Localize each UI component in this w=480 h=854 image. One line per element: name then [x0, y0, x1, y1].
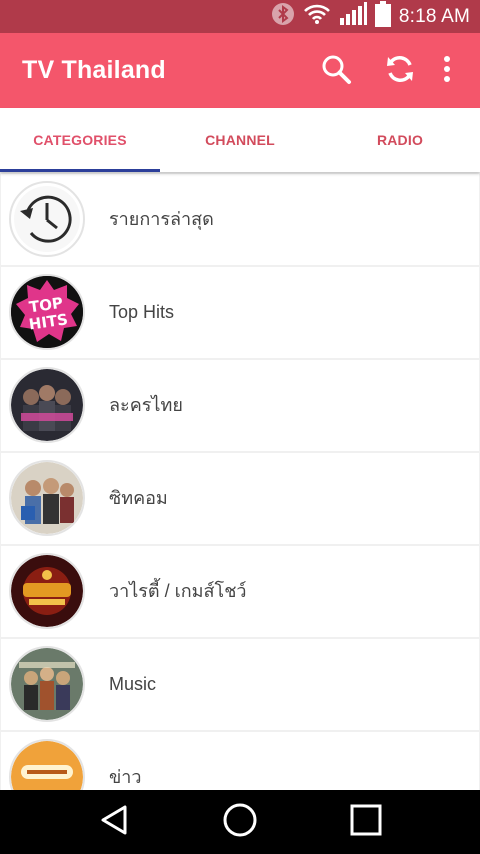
- list-item[interactable]: Music: [1, 639, 479, 730]
- home-button[interactable]: [220, 802, 260, 842]
- category-label: Top Hits: [109, 302, 175, 322]
- status-time: 8:18 AM: [398, 5, 470, 27]
- category-label: รายการล่าสุด: [109, 209, 214, 229]
- category-label: ซิทคอม: [109, 488, 168, 508]
- app-bar: TV Thailand: [0, 33, 480, 108]
- search-button[interactable]: [318, 53, 354, 89]
- tab-bar: CATEGORIES CHANNEL RADIO: [0, 108, 480, 172]
- status-bar: 8:18 AM: [0, 0, 480, 33]
- system-nav-bar: [0, 790, 480, 854]
- drama-thumbnail: [9, 367, 85, 443]
- back-icon: [99, 804, 129, 841]
- list-item[interactable]: ละครไทย: [1, 360, 479, 451]
- list-item[interactable]: ข่าว: [1, 732, 479, 790]
- more-vert-icon: [443, 55, 451, 87]
- category-label: ข่าว: [109, 767, 142, 787]
- top-hits-thumbnail: TOP HITS: [9, 274, 85, 350]
- list-item[interactable]: TOP HITS Top Hits: [1, 267, 479, 358]
- refresh-button[interactable]: [382, 53, 418, 89]
- tab-indicator: [0, 169, 160, 172]
- tab-channel[interactable]: CHANNEL: [160, 108, 320, 172]
- app-title: TV Thailand: [22, 56, 166, 84]
- category-label: ละครไทย: [109, 395, 183, 415]
- home-icon: [222, 802, 258, 843]
- news-thumbnail: [9, 739, 85, 790]
- list-item[interactable]: รายการล่าสุด: [1, 174, 479, 265]
- overflow-menu-button[interactable]: [430, 53, 464, 89]
- search-icon: [320, 53, 352, 90]
- signal-icon: [339, 2, 367, 31]
- category-label: วาไรตี้ / เกมส์โชว์: [109, 581, 247, 601]
- clock-history-icon: [9, 181, 85, 257]
- variety-thumbnail: [9, 553, 85, 629]
- tab-radio[interactable]: RADIO: [320, 108, 480, 172]
- music-thumbnail: [9, 646, 85, 722]
- sitcom-thumbnail: [9, 460, 85, 536]
- category-list: รายการล่าสุด TOP HITS Top Hits ละครไทย ซ…: [0, 174, 480, 790]
- recents-button[interactable]: [346, 802, 386, 842]
- tab-categories[interactable]: CATEGORIES: [0, 108, 160, 172]
- list-item[interactable]: ซิทคอม: [1, 453, 479, 544]
- refresh-icon: [384, 53, 416, 90]
- recents-icon: [349, 803, 383, 842]
- wifi-icon: [303, 3, 331, 30]
- bluetooth-icon: [271, 2, 295, 31]
- battery-icon: [374, 1, 391, 32]
- category-label: Music: [109, 674, 157, 694]
- list-item[interactable]: วาไรตี้ / เกมส์โชว์: [1, 546, 479, 637]
- back-button[interactable]: [94, 802, 134, 842]
